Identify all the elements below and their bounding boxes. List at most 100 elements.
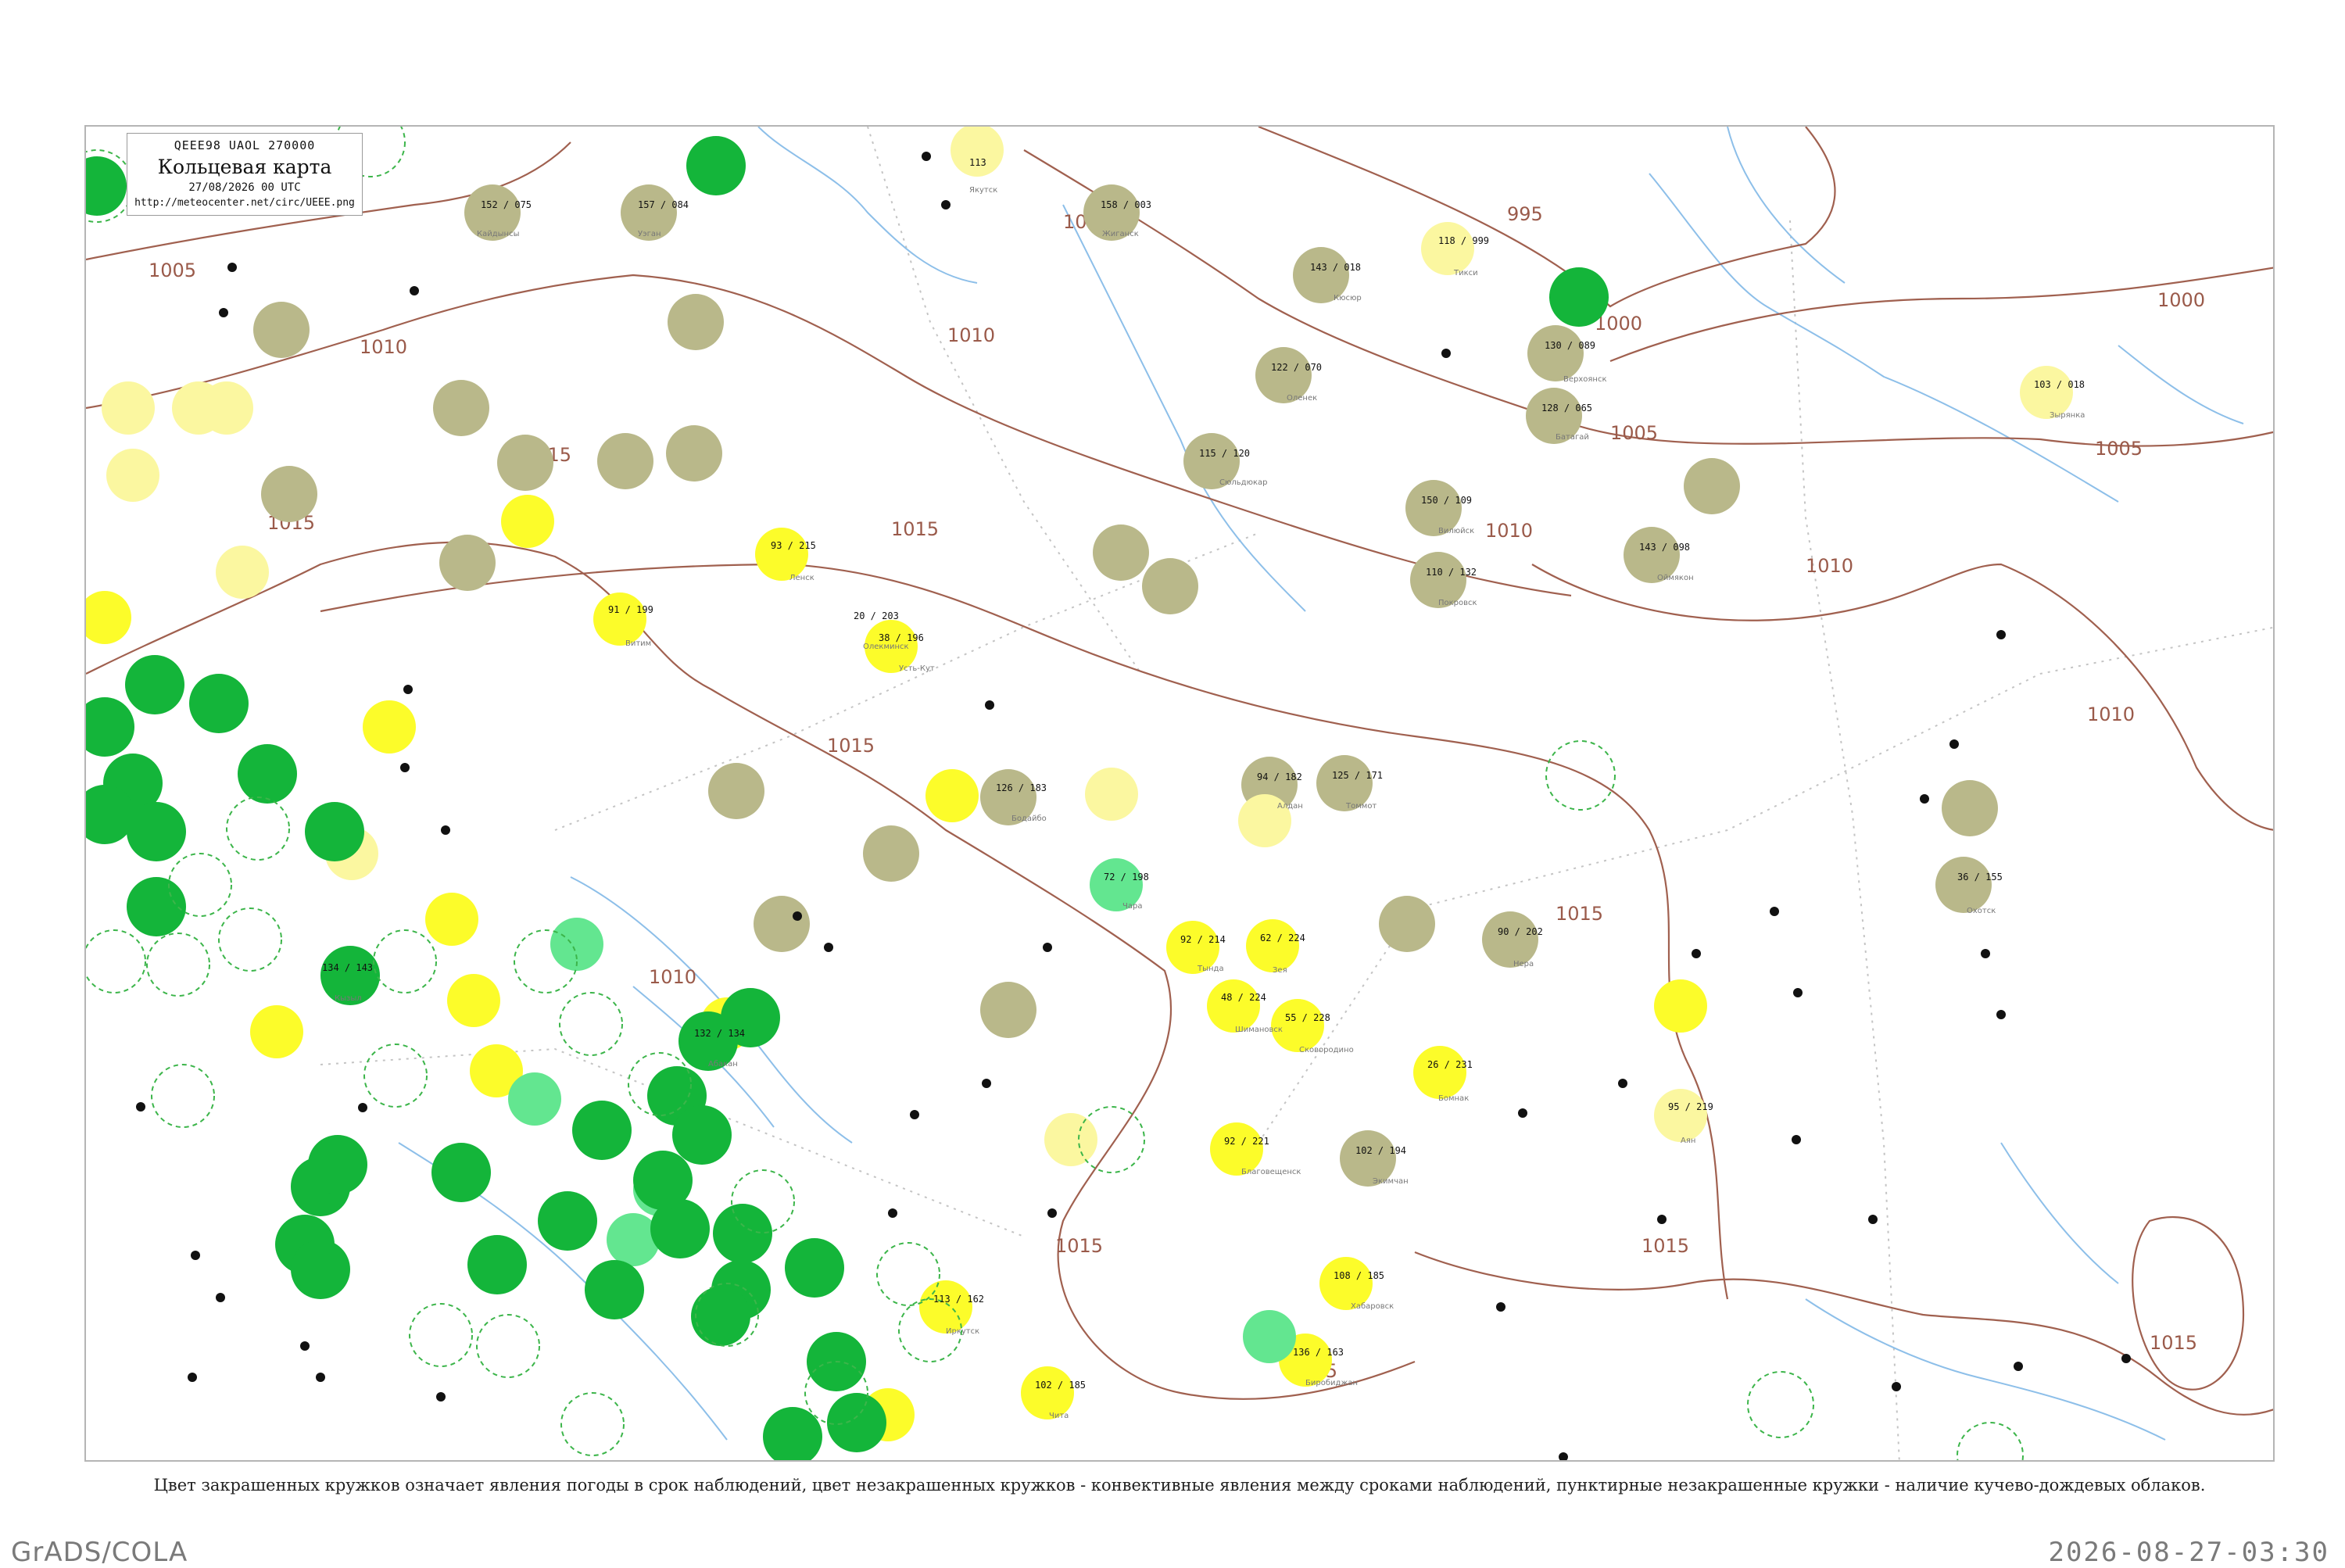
station-circle (86, 697, 134, 757)
cb-ring (409, 1303, 473, 1367)
station-value: 108 / 185 (1334, 1270, 1384, 1281)
station-circle (863, 825, 919, 882)
isobar-1010-east (1531, 563, 2273, 831)
station-dot (1868, 1215, 1878, 1224)
isobar-1015-closed-east (2132, 1215, 2245, 1391)
station-dot (2121, 1354, 2131, 1363)
station-value: 20 / 203 (854, 610, 899, 621)
station-dot (824, 943, 833, 952)
station-circle (253, 302, 310, 358)
station-value: 102 / 185 (1035, 1380, 1086, 1391)
station-value: 125 / 171 (1332, 770, 1383, 781)
station-circle (785, 1238, 844, 1298)
station-value: 113 / 162 (933, 1294, 984, 1305)
station-circle (439, 535, 496, 591)
station-circle (1549, 267, 1609, 327)
station-name: Сюльдюкар (1219, 478, 1268, 487)
isobar-label: 1010 (947, 324, 995, 346)
legend-caption: Цвет закрашенных кружков означает явлени… (153, 1476, 2206, 1495)
station-circle (305, 802, 364, 861)
isobar-1000 (1609, 267, 2273, 363)
isobar-label: 1005 (149, 260, 196, 281)
station-value: 91 / 199 (608, 604, 653, 615)
station-circle (261, 466, 317, 522)
station-value: 93 / 215 (771, 540, 816, 551)
station-circle (216, 546, 269, 599)
cb-ring (146, 933, 210, 997)
station-dot (1441, 349, 1451, 358)
station-value: 157 / 084 (638, 199, 689, 210)
station-name: Нера (1513, 960, 1534, 968)
isobar-label: 995 (1507, 203, 1543, 225)
station-dot (910, 1110, 919, 1119)
station-dot (227, 263, 237, 272)
station-circle (1379, 896, 1435, 952)
station-circle (431, 1143, 491, 1202)
station-value: 92 / 214 (1180, 934, 1226, 945)
station-value: 72 / 198 (1104, 872, 1149, 882)
station-value: 62 / 224 (1260, 933, 1305, 943)
station-circle (497, 435, 553, 491)
station-circle (763, 1407, 822, 1460)
station-value: 102 / 194 (1355, 1145, 1406, 1156)
station-dot (941, 200, 951, 209)
isobar-label: 1010 (649, 966, 696, 988)
isobar-label: 1000 (2157, 289, 2205, 311)
station-name: Бомнак (1438, 1094, 1469, 1103)
station-dot (441, 825, 450, 835)
isobar-1015-south (1414, 1251, 2273, 1416)
source-url: http://meteocenter.net/circ/UEEE.png (134, 197, 355, 209)
station-name: Чита (1049, 1412, 1069, 1420)
station-circle (467, 1235, 527, 1294)
station-name: Зея (1273, 966, 1287, 975)
station-name: Охотск (1967, 907, 1996, 915)
cb-ring (559, 992, 623, 1056)
station-name: Вилюйск (1438, 527, 1474, 535)
station-circle (919, 1280, 972, 1334)
station-circle (1093, 524, 1149, 581)
station-name: Абакан (708, 1060, 738, 1069)
isobar-label: 1010 (360, 336, 407, 358)
station-circle (597, 433, 653, 489)
station-dot (403, 685, 413, 694)
station-circle (291, 1240, 350, 1299)
station-circle (433, 380, 489, 436)
station-name: Покровск (1438, 599, 1477, 607)
station-value: 110 / 132 (1426, 567, 1477, 578)
cb-ring (560, 1392, 625, 1456)
station-circle (86, 156, 127, 216)
station-name: Алдан (1277, 802, 1303, 811)
station-circle (1246, 919, 1299, 972)
station-circle (980, 982, 1036, 1038)
station-name: Верхоянск (1563, 375, 1607, 384)
software-credit: GrADS/COLA (11, 1537, 188, 1568)
bulletin-codes: QEEE98 UAOL 270000 (174, 138, 316, 152)
isobar-label: 1015 (2150, 1332, 2197, 1354)
station-circle (666, 425, 722, 481)
station-circle (86, 591, 131, 644)
cb-ring (151, 1064, 215, 1128)
synoptic-map: 1005 1010 1015 1015 1015 1015 1010 1005 … (84, 125, 2275, 1462)
station-value: 152 / 075 (481, 199, 532, 210)
map-header: QEEE98 UAOL 270000 Кольцевая карта 27/08… (127, 133, 363, 216)
station-name: Тикси (1453, 269, 1478, 277)
station-circle (1654, 1089, 1707, 1142)
station-circle (1654, 979, 1707, 1033)
map-title: Кольцевая карта (157, 156, 332, 178)
station-dot (136, 1102, 145, 1112)
station-dot (358, 1103, 367, 1112)
station-name: Оленек (1287, 394, 1317, 403)
cb-ring (226, 797, 290, 861)
station-dot (1793, 988, 1803, 997)
station-value: 94 / 182 (1257, 771, 1302, 782)
station-name: Ленск (789, 574, 814, 582)
station-circle (308, 1135, 367, 1194)
isobars (86, 127, 2273, 1416)
station-dot (1996, 1010, 2006, 1019)
station-value: 38 / 196 (879, 632, 924, 643)
station-circle (754, 896, 810, 952)
station-name: Жиганск (1102, 230, 1139, 238)
station-value: 134 / 143 (322, 962, 373, 973)
station-circle (1413, 1046, 1466, 1099)
station-circle (1207, 979, 1260, 1033)
